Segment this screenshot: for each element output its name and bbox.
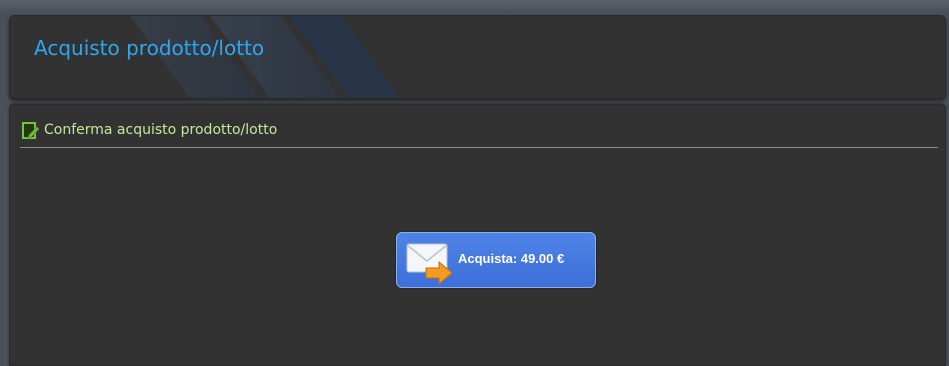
- section-title: Conferma acquisto prodotto/lotto: [44, 122, 278, 138]
- page-header: Acquisto prodotto/lotto: [9, 15, 946, 99]
- buy-button[interactable]: Acquista: 49.00 €: [396, 232, 596, 288]
- content-panel: Conferma acquisto prodotto/lotto Acquist…: [9, 104, 946, 366]
- top-strip: [0, 0, 949, 12]
- page-title: Acquisto prodotto/lotto: [34, 36, 265, 60]
- mail-send-icon: [406, 243, 453, 284]
- edit-document-icon: [22, 122, 40, 139]
- section-header: Conferma acquisto prodotto/lotto: [20, 121, 938, 148]
- buy-button-label: Acquista: 49.00 €: [458, 251, 565, 266]
